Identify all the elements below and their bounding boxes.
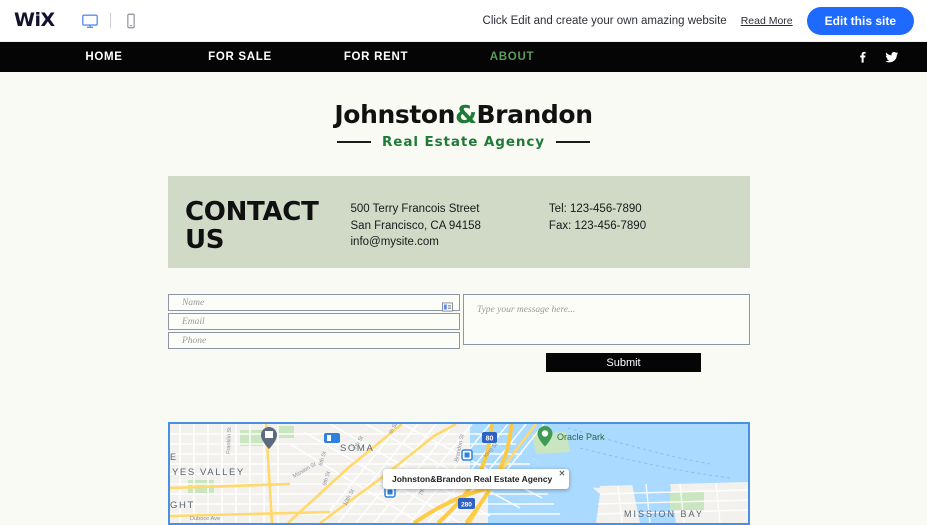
twitter-icon[interactable] [885,50,899,64]
google-map-widget[interactable]: 80 280 SOMA Oracle Park YES VALLEY GHT E… [168,422,750,525]
wix-site-preview: WiX Click Edit and create your own amazi… [0,0,927,525]
phone-input[interactable]: Phone [168,332,460,349]
brand-name-part2: Brandon [476,100,593,129]
contact-email[interactable]: info@mysite.com [351,234,481,251]
form-left-column: Name Email Phone [168,294,460,351]
email-input[interactable]: Email [168,313,460,330]
email-input-placeholder: Email [182,316,205,327]
svg-text:Franklin St: Franklin St [226,427,233,454]
contact-tel: Tel: 123-456-7890 [548,203,642,215]
name-input-placeholder: Name [182,297,205,308]
nav-items: HOME FOR SALE FOR RENT ABOUT [0,51,580,63]
facebook-icon[interactable] [855,50,869,64]
social-links [855,50,899,64]
contact-phone-block: Tel: 123-456-7890 Fax: 123-456-7890 [549,201,646,234]
name-input[interactable]: Name [168,294,460,311]
brand-ampersand: & [455,100,477,129]
map-info-window[interactable]: Johnston&Brandon Real Estate Agency ✕ [383,469,570,489]
tagline-dash-left [337,141,371,143]
svg-text:Oracle Park: Oracle Park [557,432,605,442]
contact-heading-line2: US [185,225,225,256]
svg-text:280: 280 [461,502,472,509]
form-right-column: Type your message here... [463,294,750,345]
address-line-1: 500 Terry Francois Street [350,203,480,215]
message-textarea-placeholder: Type your message here... [477,305,576,315]
close-icon[interactable]: ✕ [559,470,566,478]
nav-item-for-rent[interactable]: FOR RENT [308,51,444,63]
site-brand-block: Johnston&Brandon Real Estate Agency [0,100,927,150]
map-info-window-title: Johnston&Brandon Real Estate Agency [392,474,553,484]
editor-promo-message: Click Edit and create your own amazing w… [482,14,727,27]
svg-text:MISSION BAY: MISSION BAY [624,509,704,519]
svg-text:80: 80 [486,436,494,443]
brand-name: Johnston&Brandon [0,100,927,129]
desktop-monitor-icon[interactable] [79,10,101,32]
device-view-toggle [79,10,142,32]
contact-heading: CONTACT US [185,198,319,254]
brand-tagline: Real Estate Agency [382,134,545,150]
svg-text:E: E [170,452,176,462]
submit-button[interactable]: Submit [546,353,701,372]
contact-heading-line1: CONTACT [185,197,319,227]
address-line-2: San Francisco, CA 94158 [350,219,481,232]
svg-text:YES VALLEY: YES VALLEY [172,467,245,478]
mobile-phone-icon[interactable] [120,10,142,32]
nav-item-about[interactable]: ABOUT [444,51,580,63]
brand-tagline-row: Real Estate Agency [0,134,927,150]
contact-address-block: 500 Terry Francois Street San Francisco,… [351,201,481,251]
contact-info-panel: CONTACT US 500 Terry Francois Street San… [168,176,750,268]
wix-logo: WiX [14,9,55,31]
site-navigation-bar: HOME FOR SALE FOR RENT ABOUT [0,42,927,72]
device-toggle-separator [109,13,111,28]
toolbar-right-group: Click Edit and create your own amazing w… [482,6,914,35]
phone-input-placeholder: Phone [182,335,207,346]
contact-card-icon[interactable] [442,298,453,311]
contact-fax: Fax: 123-456-7890 [548,219,647,232]
wix-editor-toolbar: WiX Click Edit and create your own amazi… [0,0,927,42]
site-content-area: Johnston&Brandon Real Estate Agency CONT… [0,72,927,525]
nav-item-home[interactable]: HOME [36,51,172,63]
svg-text:Duboce Ave: Duboce Ave [190,516,220,522]
tagline-dash-right [556,141,590,143]
read-more-link[interactable]: Read More [741,15,793,27]
brand-name-part1: Johnston [334,100,456,129]
svg-text:GHT: GHT [170,500,195,511]
edit-this-site-button[interactable]: Edit this site [806,6,914,35]
nav-item-for-sale[interactable]: FOR SALE [172,51,308,63]
message-textarea[interactable]: Type your message here... [463,294,750,345]
